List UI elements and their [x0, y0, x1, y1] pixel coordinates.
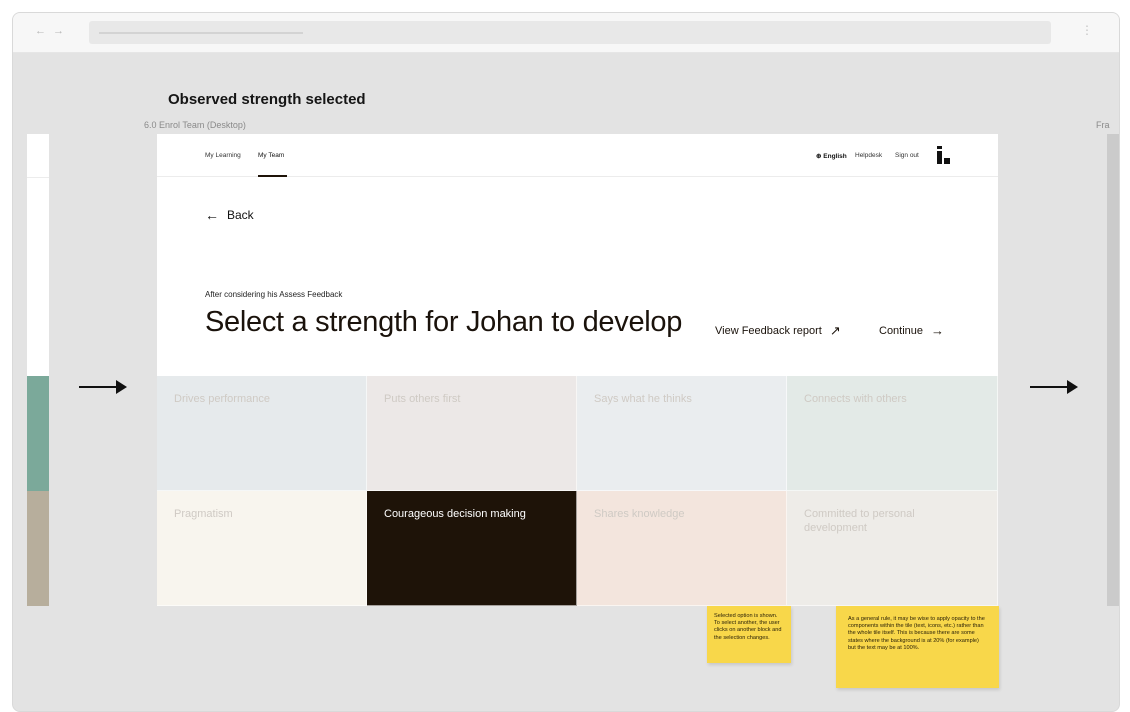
- strength-tile[interactable]: Puts others first: [367, 376, 577, 491]
- continue-button[interactable]: Continue →: [879, 323, 944, 338]
- tab-my-learning[interactable]: My Learning: [205, 152, 241, 159]
- language-label: English: [823, 153, 847, 160]
- preview-tile-teal: [27, 376, 49, 491]
- globe-icon: ⊕: [816, 153, 822, 160]
- strength-tile[interactable]: Connects with others: [787, 376, 998, 491]
- view-feedback-report-link[interactable]: View Feedback report ↗: [715, 323, 841, 339]
- active-tab-indicator: [258, 175, 287, 177]
- arrow-up-right-icon: ↗: [829, 323, 841, 338]
- view-report-label: View Feedback report: [715, 325, 822, 337]
- frame-label[interactable]: 6.0 Enrol Team (Desktop): [144, 120, 246, 130]
- flow-arrow-left: [79, 380, 127, 394]
- strength-tile[interactable]: Says what he thinks: [577, 376, 787, 491]
- strength-tile[interactable]: Drives performance: [157, 376, 367, 491]
- helpdesk-link[interactable]: Helpdesk: [855, 152, 882, 159]
- page-title: Select a strength for Johan to develop: [205, 306, 683, 338]
- frame-title: Observed strength selected: [168, 91, 366, 108]
- back-forward-icon[interactable]: ← →: [35, 25, 66, 37]
- strength-tile[interactable]: Committed to personal development: [787, 491, 998, 606]
- back-button[interactable]: ← Back: [205, 207, 254, 223]
- more-menu-icon[interactable]: ⋮: [1081, 23, 1093, 37]
- strength-label: Connects with others: [804, 393, 907, 405]
- next-frame-preview[interactable]: [1107, 134, 1119, 606]
- strength-label: Committed to personal development: [804, 508, 915, 534]
- preview-divider: [27, 177, 49, 178]
- strength-tile[interactable]: Shares knowledge: [577, 491, 787, 606]
- preview-tile-taupe: [27, 491, 49, 606]
- strength-grid: Drives performance Puts others first Say…: [157, 376, 998, 606]
- strength-label: Drives performance: [174, 393, 270, 405]
- back-label: Back: [227, 208, 254, 222]
- flow-arrow-right: [1030, 380, 1078, 394]
- strength-tile[interactable]: Pragmatism: [157, 491, 367, 606]
- tab-my-team[interactable]: My Team: [258, 152, 284, 159]
- strength-label: Courageous decision making: [384, 508, 526, 520]
- strength-label: Pragmatism: [174, 508, 233, 520]
- continue-label: Continue: [879, 324, 924, 337]
- right-frame-label[interactable]: Fra: [1096, 120, 1110, 130]
- strength-label: Shares knowledge: [594, 508, 685, 520]
- arrow-right-icon: →: [931, 323, 945, 338]
- address-bar[interactable]: [89, 21, 1051, 44]
- language-selector[interactable]: ⊕ English: [816, 152, 847, 160]
- app-frame: My Learning My Team ⊕ English Helpdesk S…: [157, 134, 998, 606]
- sticky-note-selection[interactable]: Selected option is shown. To select anot…: [707, 606, 791, 663]
- brand-logo-icon[interactable]: [937, 146, 951, 164]
- browser-window: ← → ⋮ Observed strength selected 6.0 Enr…: [12, 12, 1120, 712]
- strength-label: Says what he thinks: [594, 393, 692, 405]
- strength-label: Puts others first: [384, 393, 461, 405]
- sticky-note-opacity[interactable]: As a general rule, it may be wise to app…: [836, 606, 999, 688]
- browser-toolbar: ← → ⋮: [13, 13, 1119, 53]
- strength-tile-selected[interactable]: Courageous decision making: [367, 491, 577, 606]
- top-navigation: My Learning My Team ⊕ English Helpdesk S…: [157, 134, 998, 177]
- address-placeholder-line: [99, 32, 303, 34]
- signout-link[interactable]: Sign out: [895, 152, 919, 159]
- arrow-left-icon: ←: [205, 207, 219, 223]
- previous-frame-preview[interactable]: [27, 134, 49, 606]
- intro-text: After considering his Assess Feedback: [205, 290, 343, 299]
